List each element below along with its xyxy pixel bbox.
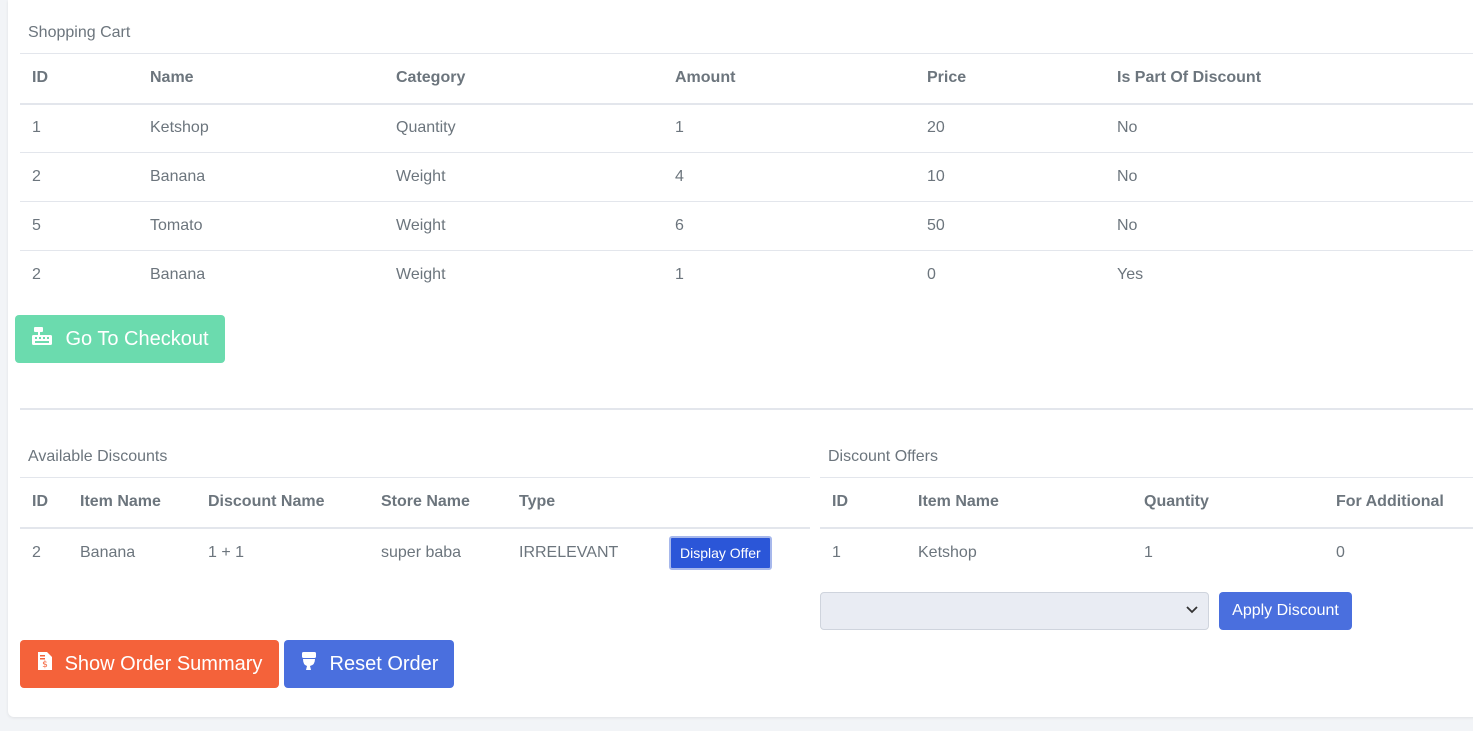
display-offer-button[interactable]: Display Offer [669,535,772,570]
cell-id: 2 [32,543,41,561]
available-discounts-table: ID Item Name Discount Name Store Name Ty… [20,477,810,577]
cell-store-name: super baba [381,543,462,561]
cell-amount: 4 [675,168,684,185]
column-header-quantity: Quantity [1144,493,1209,511]
cell-discount: No [1117,217,1138,234]
cell-category: Weight [396,168,446,185]
table-row: 1 Ketshop Quantity 1 20 No [20,104,1473,153]
cell-type: IRRELEVANT [519,543,619,561]
cell-discount: Yes [1117,266,1144,284]
column-header-discount-name: Discount Name [208,493,325,511]
discount-offers-title: Discount Offers [828,448,938,465]
column-header-action [657,478,810,528]
cell-amount: 6 [675,217,684,234]
table-header-row: ID Item Name Discount Name Store Name Ty… [20,477,810,528]
cell-name: Banana [150,168,206,185]
discount-select[interactable] [820,592,1209,630]
cell-price: 50 [927,217,945,234]
column-header-amount: Amount [675,69,736,87]
shopping-cart-table: ID Name Category Amount Price Is Part Of… [20,53,1473,300]
cell-action: Display Offer [657,528,810,577]
cell-amount: 1 [675,266,684,284]
cell-category: Quantity [396,119,456,137]
reset-order-button[interactable]: Reset Order [284,640,454,688]
column-header-price: Price [927,69,967,87]
table-row: 1 Ketshop 1 0 [820,528,1473,577]
cell-price: 20 [927,119,945,137]
cell-price: 10 [927,168,945,185]
table-header-row: ID Name Category Amount Price Is Part Of… [20,53,1473,104]
table-row: 2 Banana Weight 1 0 Yes [20,251,1473,300]
table-row: 2 Banana 1 + 1 super baba IRRELEVANT Dis… [20,528,810,577]
column-header-id: ID [32,69,48,87]
cell-name: Ketshop [150,119,209,137]
column-header-id: ID [32,493,48,511]
show-order-summary-button[interactable]: $ Show Order Summary [20,640,279,688]
cell-id: 2 [32,266,41,284]
column-header-discount: Is Part Of Discount [1117,69,1262,87]
column-header-type: Type [519,493,556,511]
svg-text:$: $ [42,660,48,670]
cash-register-icon [31,326,53,352]
cell-category: Weight [396,266,446,284]
apply-discount-button[interactable]: Apply Discount [1219,592,1352,630]
go-to-checkout-label: Go To Checkout [65,327,209,350]
cell-amount: 1 [675,119,684,137]
cell-discount: No [1117,119,1138,137]
cell-item-name: Banana [80,543,136,561]
cell-quantity: 1 [1144,543,1153,561]
table-row: 2 Banana Weight 4 10 No [20,153,1473,202]
section-divider [20,408,1473,410]
toilet-icon [300,651,318,677]
cell-discount: No [1117,168,1138,185]
column-header-name: Name [150,69,194,87]
cell-price: 0 [927,266,936,284]
invoice-icon: $ [37,651,53,677]
cell-id: 1 [32,119,41,137]
shopping-cart-title: Shopping Cart [28,24,131,41]
column-header-store-name: Store Name [381,493,470,511]
cell-for-additional: 0 [1336,543,1345,561]
table-header-row: ID Item Name Quantity For Additional [820,477,1473,528]
column-header-for-additional: For Additional [1336,493,1444,511]
cell-name: Tomato [150,217,203,234]
cell-category: Weight [396,217,446,234]
cell-item-name: Ketshop [918,543,977,561]
cell-discount-name: 1 + 1 [208,543,245,561]
table-row: 5 Tomato Weight 6 50 No [20,202,1473,251]
column-header-category: Category [396,69,466,87]
cell-id: 5 [32,217,41,234]
column-header-item-name: Item Name [918,493,999,511]
go-to-checkout-button[interactable]: Go To Checkout [15,315,225,363]
discount-offers-table: ID Item Name Quantity For Additional 1 K… [820,477,1473,577]
column-header-id: ID [832,493,848,511]
cell-name: Banana [150,266,206,284]
chevron-down-icon [1186,603,1198,617]
column-header-item-name: Item Name [80,493,161,511]
cell-id: 2 [32,168,41,185]
reset-order-label: Reset Order [329,652,439,675]
available-discounts-title: Available Discounts [28,448,168,465]
cell-id: 1 [832,543,841,561]
show-order-summary-label: Show Order Summary [64,652,263,675]
